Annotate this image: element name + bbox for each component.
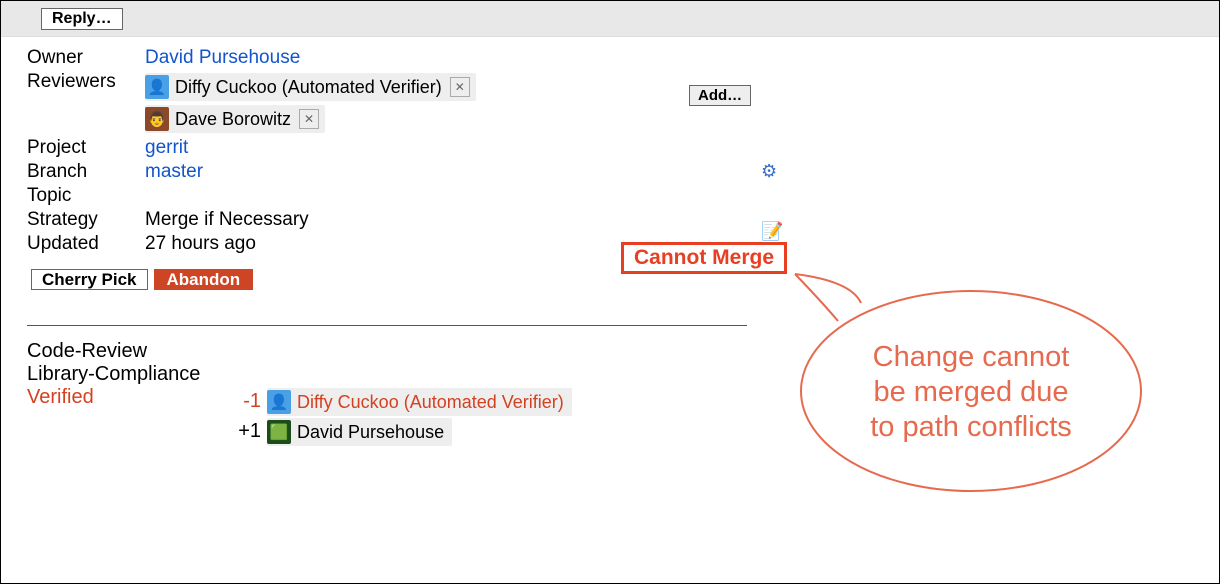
remove-reviewer-icon[interactable]: ✕ xyxy=(299,109,319,129)
abandon-button[interactable]: Abandon xyxy=(154,269,254,290)
voter-name: David Pursehouse xyxy=(297,422,444,443)
edit-topic-icon[interactable]: 📝 xyxy=(761,221,783,242)
cannot-merge-badge: Cannot Merge xyxy=(621,242,787,274)
reviewer-chip: 👨 Dave Borowitz ✕ xyxy=(145,105,325,133)
cherry-pick-button[interactable]: Cherry Pick xyxy=(31,269,148,290)
action-buttons: Cherry Pick Abandon xyxy=(31,269,1199,291)
vote-row: +1 🟩 David Pursehouse xyxy=(227,418,572,446)
gear-icon[interactable]: ⚙ xyxy=(761,161,777,182)
avatar-icon: 👤 xyxy=(145,75,169,99)
reviewer-name: Diffy Cuckoo (Automated Verifier) xyxy=(175,77,442,98)
review-labels: Code-Review Library-Compliance Verified … xyxy=(27,340,1199,448)
vote-row: -1 👤 Diffy Cuckoo (Automated Verifier) xyxy=(227,388,572,416)
add-reviewer-button[interactable]: Add… xyxy=(689,85,751,106)
project-label: Project xyxy=(27,137,145,159)
strategy-label: Strategy xyxy=(27,209,145,231)
vote-score: +1 xyxy=(227,420,261,443)
voter-chip: 👤 Diffy Cuckoo (Automated Verifier) xyxy=(267,388,572,416)
voter-name: Diffy Cuckoo (Automated Verifier) xyxy=(297,392,564,413)
top-toolbar: Reply… xyxy=(1,1,1219,37)
project-link[interactable]: gerrit xyxy=(145,137,188,158)
remove-reviewer-icon[interactable]: ✕ xyxy=(450,77,470,97)
reviewer-chip: 👤 Diffy Cuckoo (Automated Verifier) ✕ xyxy=(145,73,476,101)
strategy-value: Merge if Necessary xyxy=(145,209,1199,231)
avatar-icon: 👨 xyxy=(145,107,169,131)
divider xyxy=(27,325,747,326)
avatar-icon: 🟩 xyxy=(267,420,291,444)
reviewer-name: Dave Borowitz xyxy=(175,109,291,130)
verified-label: Verified xyxy=(27,386,227,448)
branch-link[interactable]: master xyxy=(145,161,203,182)
change-metadata: Owner David Pursehouse Reviewers 👤 Diffy … xyxy=(1,37,1219,458)
voter-chip: 🟩 David Pursehouse xyxy=(267,418,452,446)
updated-label: Updated xyxy=(27,233,145,255)
vote-score: -1 xyxy=(227,390,261,413)
owner-link[interactable]: David Pursehouse xyxy=(145,47,300,68)
avatar-icon: 👤 xyxy=(267,390,291,414)
reply-button[interactable]: Reply… xyxy=(41,8,123,30)
library-compliance-label: Library-Compliance xyxy=(27,363,227,386)
code-review-label: Code-Review xyxy=(27,340,227,363)
branch-label: Branch xyxy=(27,161,145,183)
reviewers-label: Reviewers xyxy=(27,71,145,93)
topic-label: Topic xyxy=(27,185,145,207)
owner-label: Owner xyxy=(27,47,145,69)
